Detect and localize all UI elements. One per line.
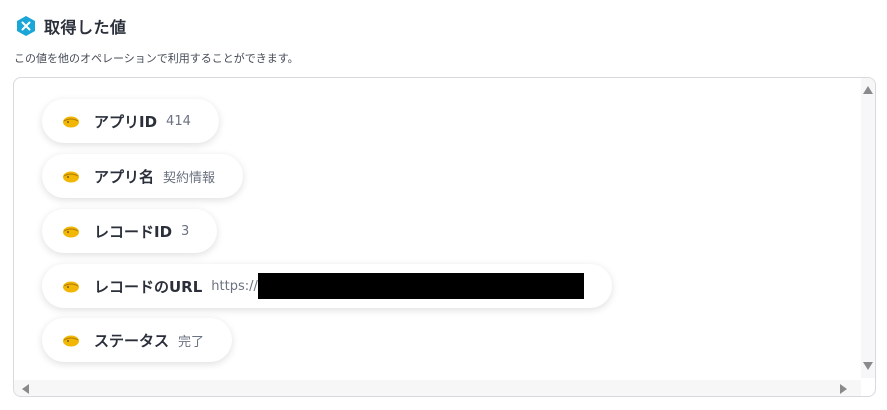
kintone-bird-icon [63, 281, 79, 293]
scroll-down-icon[interactable] [863, 362, 873, 370]
values-panel: アプリID 414 アプリ名 契約情報 レコードID 3 レコードのURL ht… [13, 77, 876, 397]
scroll-left-icon[interactable] [22, 384, 29, 394]
kintone-bird-icon [63, 335, 79, 347]
kintone-bird-icon [63, 226, 79, 238]
section-title: 取得した値 [44, 18, 127, 37]
vertical-scrollbar[interactable] [861, 78, 875, 378]
value-chip-record-id[interactable]: レコードID 3 [42, 209, 218, 253]
horizontal-scrollbar[interactable] [14, 380, 861, 396]
kintone-logo-icon [17, 16, 35, 36]
chip-label: アプリID [94, 112, 158, 131]
section-description: この値を他のオペレーションで利用することができます。 [14, 52, 299, 65]
chip-label: アプリ名 [94, 167, 155, 186]
kintone-bird-icon [63, 171, 79, 183]
value-chip-status[interactable]: ステータス 完了 [42, 318, 233, 362]
chip-label: レコードID [94, 222, 173, 241]
chip-value: 契約情報 [163, 170, 216, 186]
chip-value: 完了 [178, 334, 205, 350]
value-chip-app-name[interactable]: アプリ名 契約情報 [42, 154, 244, 198]
chip-label: レコードのURL [94, 277, 203, 296]
value-chip-app-id[interactable]: アプリID 414 [42, 99, 219, 143]
scroll-up-icon[interactable] [863, 86, 873, 94]
redaction-bar [257, 273, 584, 299]
value-chip-record-url[interactable]: レコードのURL https:// [42, 264, 612, 308]
chip-label: ステータス [94, 331, 170, 350]
chip-value: 414 [166, 113, 191, 129]
scroll-right-icon[interactable] [840, 384, 847, 394]
chip-value: 3 [181, 223, 190, 239]
section-header: 取得した値 [15, 14, 127, 38]
chip-value: https:// [211, 278, 258, 294]
url-value-wrap: https:// [202, 273, 584, 299]
kintone-bird-icon [63, 116, 79, 128]
